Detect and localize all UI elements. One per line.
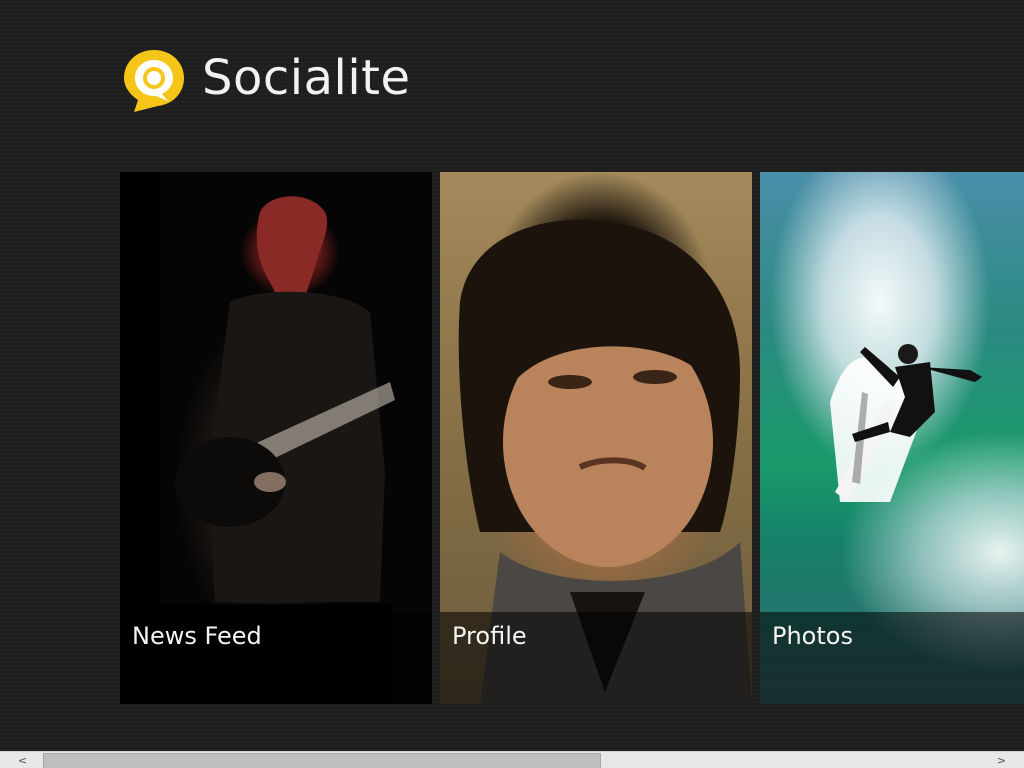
tile-caption: Profile: [440, 612, 752, 704]
tile-label: Profile: [452, 622, 527, 650]
scrollbar-thumb[interactable]: [43, 753, 601, 768]
app-window: Socialite News Feed Profile Photos < >: [0, 0, 1024, 768]
horizontal-scrollbar[interactable]: < >: [0, 751, 1024, 768]
tile-caption: Photos: [760, 612, 1024, 704]
speech-bubble-icon: [124, 50, 184, 112]
tile-caption: News Feed: [120, 612, 432, 704]
tile-label: Photos: [772, 622, 853, 650]
scroll-right-button[interactable]: >: [993, 752, 1010, 768]
app-header: Socialite: [120, 44, 411, 116]
scroll-left-button[interactable]: <: [14, 752, 31, 768]
tile-profile[interactable]: Profile: [440, 172, 752, 704]
guitarist-illustration: [175, 196, 395, 602]
tile-label: News Feed: [132, 622, 262, 650]
tile-news-feed[interactable]: News Feed: [120, 172, 432, 704]
app-title: Socialite: [202, 50, 411, 106]
tile-photos[interactable]: Photos: [760, 172, 1024, 704]
tile-grid: News Feed Profile Photos: [120, 172, 1024, 704]
